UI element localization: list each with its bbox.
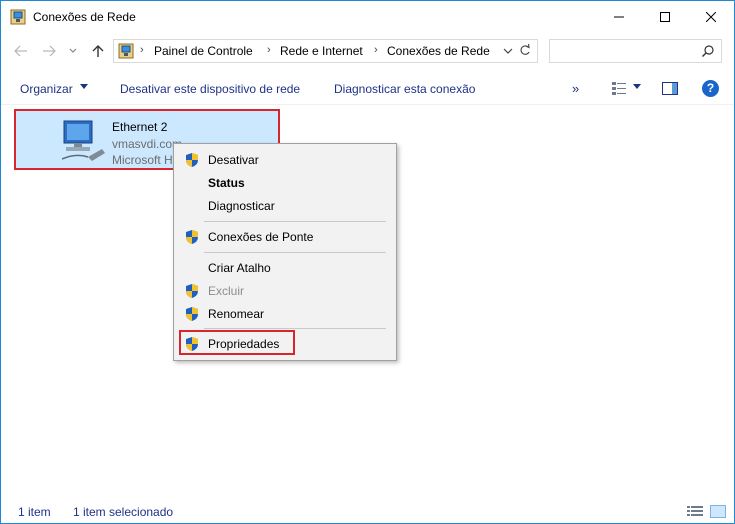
up-button[interactable]	[88, 41, 108, 61]
address-bar[interactable]: › Painel de Controle › Rede e Internet ›…	[113, 39, 538, 63]
menu-item-status[interactable]: Status	[174, 172, 396, 194]
explorer-window: Conexões de Rede › Painel de Controle › …	[0, 0, 735, 524]
menu-item-label: Criar Atalho	[208, 261, 271, 275]
menu-item-label: Conexões de Ponte	[208, 230, 314, 244]
details-view-icon[interactable]	[687, 505, 703, 518]
breadcrumb-separator: ›	[140, 44, 144, 56]
context-menu: Desativar Status Diagnosticar Conexões d…	[173, 143, 397, 361]
recent-locations-button[interactable]	[63, 41, 83, 61]
command-bar: Organizar Desativar este dispositivo de …	[1, 73, 734, 105]
menu-item-label: Desativar	[208, 153, 259, 167]
forward-button[interactable]	[39, 41, 59, 61]
back-button[interactable]	[11, 41, 31, 61]
status-bar: 1 item 1 item selecionado	[1, 501, 734, 523]
breadcrumb-separator[interactable]: ›	[374, 44, 378, 56]
menu-item-diagnose[interactable]: Diagnosticar	[174, 195, 396, 217]
address-row: › Painel de Controle › Rede e Internet ›…	[1, 37, 734, 65]
menu-item-rename[interactable]: Renomear	[174, 303, 396, 325]
breadcrumb-network-connections[interactable]: Conexões de Rede	[387, 44, 490, 58]
help-icon[interactable]: ?	[702, 80, 719, 97]
title-bar: Conexões de Rede	[1, 1, 734, 32]
organize-menu-button[interactable]: Organizar	[20, 82, 73, 96]
chevron-down-icon	[69, 48, 77, 53]
item-count: 1 item	[18, 505, 51, 519]
menu-separator	[204, 252, 386, 253]
network-adapter-icon	[61, 120, 105, 161]
menu-item-label: Excluir	[208, 284, 245, 298]
shield-icon	[186, 153, 198, 167]
diagnose-connection-button[interactable]: Diagnosticar esta conexão	[334, 82, 475, 96]
more-commands-button[interactable]: »	[572, 81, 579, 96]
menu-item-label: Status	[208, 176, 245, 190]
shield-icon	[186, 284, 198, 298]
menu-item-create-shortcut[interactable]: Criar Atalho	[174, 257, 396, 279]
menu-item-label: Renomear	[208, 307, 265, 321]
view-options-dropdown-icon[interactable]	[633, 84, 641, 90]
back-arrow-icon	[14, 45, 27, 57]
shield-icon	[186, 307, 198, 321]
close-button[interactable]	[688, 1, 734, 32]
minimize-icon	[614, 16, 624, 17]
menu-item-bridge[interactable]: Conexões de Ponte	[174, 226, 396, 248]
menu-separator	[204, 221, 386, 222]
maximize-button[interactable]	[642, 1, 688, 32]
close-icon	[706, 11, 716, 22]
shield-icon	[186, 230, 198, 244]
search-icon	[702, 45, 714, 57]
search-input[interactable]	[549, 39, 722, 63]
organize-dropdown-icon[interactable]	[80, 84, 88, 90]
refresh-icon[interactable]	[519, 43, 531, 57]
selected-count: 1 item selecionado	[73, 505, 174, 519]
up-arrow-icon	[92, 45, 104, 57]
network-connections-icon	[10, 9, 26, 25]
breadcrumb-separator[interactable]: ›	[267, 44, 271, 56]
tiles-view-icon[interactable]	[710, 505, 726, 518]
breadcrumb-control-panel[interactable]: Painel de Controle	[154, 44, 253, 58]
connection-network: vmasvdi.com	[112, 137, 183, 151]
control-panel-icon	[118, 43, 134, 59]
menu-item-delete: Excluir	[174, 280, 396, 302]
menu-separator	[204, 328, 386, 329]
maximize-icon	[660, 11, 670, 22]
minimize-button[interactable]	[596, 1, 642, 32]
menu-item-disable[interactable]: Desativar	[174, 149, 396, 171]
menu-item-label: Diagnosticar	[208, 199, 275, 213]
properties-highlight-box	[179, 330, 295, 355]
forward-arrow-icon	[43, 45, 56, 57]
connection-name: Ethernet 2	[112, 120, 168, 134]
address-history-icon[interactable]	[503, 44, 513, 58]
change-view-icon[interactable]	[612, 82, 626, 95]
preview-pane-icon[interactable]	[662, 82, 678, 95]
window-title: Conexões de Rede	[33, 10, 136, 24]
breadcrumb-network-internet[interactable]: Rede e Internet	[280, 44, 363, 58]
disable-device-button[interactable]: Desativar este dispositivo de rede	[120, 82, 300, 96]
